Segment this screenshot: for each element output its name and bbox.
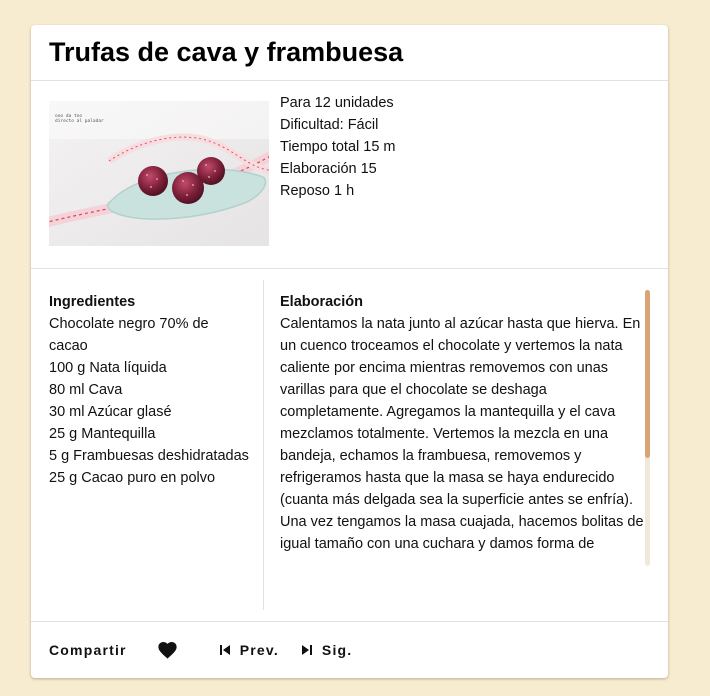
ingredient-item: 5 g Frambuesas deshidratadas (49, 448, 249, 464)
recipe-title: Trufas de cava y frambuesa (49, 37, 404, 67)
ingredient-item: 25 g Cacao puro en polvo (49, 470, 216, 486)
elaboration-text: Calentamos la nata junto al azúcar hasta… (280, 316, 644, 552)
total-time-text: Tiempo total 15 m (280, 139, 396, 155)
footer-divider (31, 621, 668, 622)
scrollbar-thumb[interactable] (645, 290, 650, 458)
rest-time-text: Reposo 1 h (280, 183, 355, 199)
ingredients-section: Ingredientes Chocolate negro 70% de caca… (49, 291, 249, 489)
ingredient-item: 80 ml Cava (49, 382, 123, 398)
ingredients-heading: Ingredientes (49, 294, 136, 310)
skip-previous-icon (219, 644, 231, 656)
content-divider (31, 268, 668, 269)
previous-button[interactable]: Prev. (219, 642, 279, 658)
previous-label: Prev. (239, 642, 279, 658)
svg-text:directo al paladar: directo al paladar (55, 118, 104, 124)
next-label: Sig. (321, 642, 353, 658)
column-divider (263, 280, 264, 610)
servings-text: Para 12 unidades (280, 95, 394, 111)
skip-next-icon (301, 644, 313, 656)
recipe-meta: Para 12 unidades Dificultad: Fácil Tiemp… (280, 92, 396, 202)
recipe-card: Trufas de cava y frambuesa ooo da too di… (31, 25, 668, 678)
header-divider (31, 80, 668, 81)
ingredient-item: 25 g Mantequilla (49, 426, 156, 442)
prep-time-text: Elaboración 15 (280, 161, 377, 177)
difficulty-text: Dificultad: Fácil (280, 117, 379, 133)
recipe-photo: ooo da too directo al paladar (49, 101, 269, 246)
elaboration-heading: Elaboración (280, 294, 363, 310)
ingredient-item: 30 ml Azúcar glasé (49, 404, 172, 420)
recipe-footer: Compartir Prev. Sig. (49, 637, 352, 663)
favorite-button[interactable] (158, 641, 177, 659)
elaboration-scrollbar[interactable] (645, 290, 650, 566)
share-button[interactable]: Compartir (49, 642, 127, 658)
ingredient-item: 100 g Nata líquida (49, 360, 167, 376)
elaboration-scroll-area[interactable]: Elaboración Calentamos la nata junto al … (280, 291, 652, 567)
next-button[interactable]: Sig. (301, 642, 352, 658)
ingredient-item: Chocolate negro 70% de cacao (49, 316, 209, 354)
heart-icon (158, 641, 177, 659)
